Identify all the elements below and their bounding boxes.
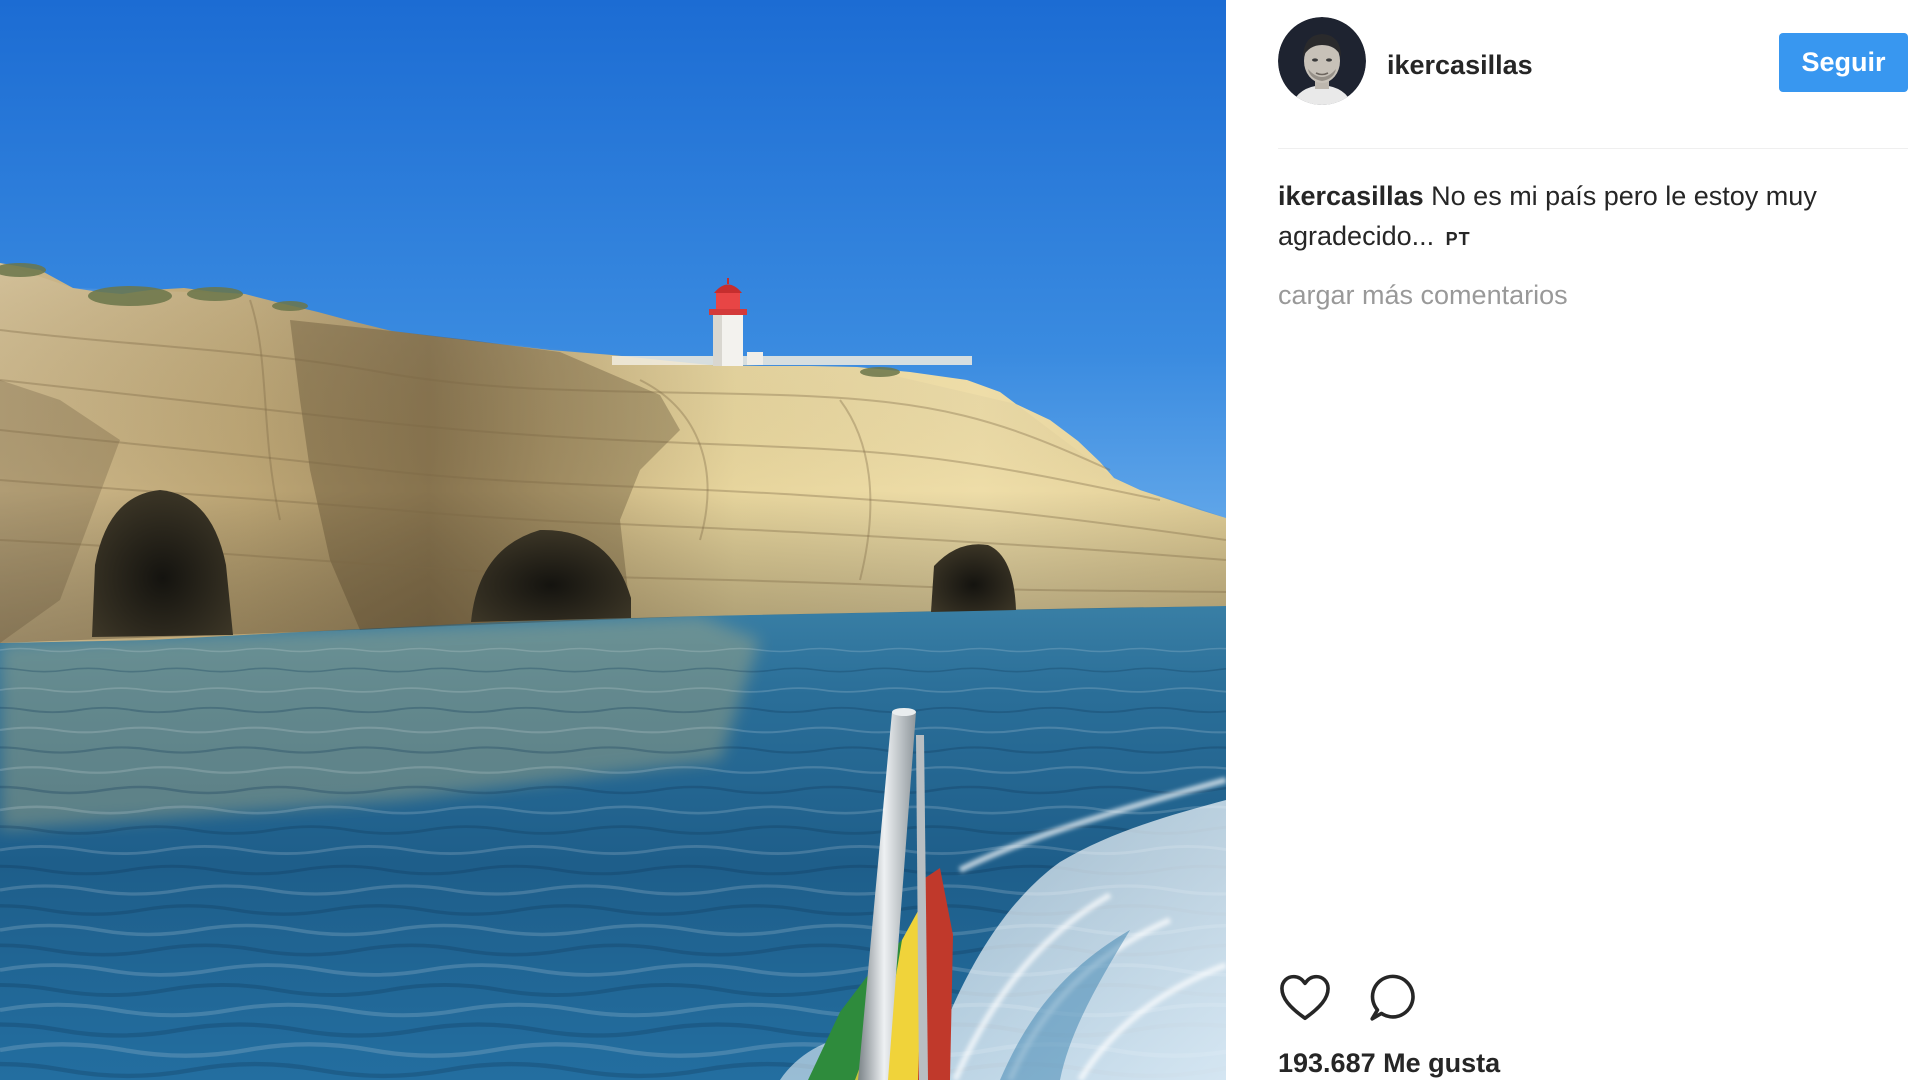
follow-button-label: Seguir <box>1801 47 1886 77</box>
avatar[interactable] <box>1278 17 1366 105</box>
likes-count[interactable]: 193.687 Me gusta <box>1278 1046 1500 1080</box>
header-divider <box>1278 148 1908 149</box>
heart-icon <box>1280 974 1330 1021</box>
comment-button[interactable] <box>1366 971 1420 1025</box>
boat-pole-cap <box>892 708 916 716</box>
load-more-comments-link[interactable]: cargar más comentarios <box>1278 279 1568 311</box>
avatar-image <box>1278 17 1366 105</box>
comment-icon <box>1370 974 1415 1021</box>
post-photo-scene <box>0 0 1226 1080</box>
caption-username[interactable]: ikercasillas <box>1278 181 1424 211</box>
caption-tag: PT <box>1445 229 1471 249</box>
follow-button[interactable]: Seguir <box>1779 33 1908 92</box>
post-caption: ikercasillas No es mi país pero le estoy… <box>1278 176 1908 259</box>
post-sidebar <box>1226 0 1920 1080</box>
post-photo[interactable] <box>0 0 1226 1080</box>
like-button[interactable] <box>1278 971 1332 1025</box>
cliff-top-wall <box>612 356 972 365</box>
post-author-username[interactable]: ikercasillas <box>1387 49 1533 81</box>
